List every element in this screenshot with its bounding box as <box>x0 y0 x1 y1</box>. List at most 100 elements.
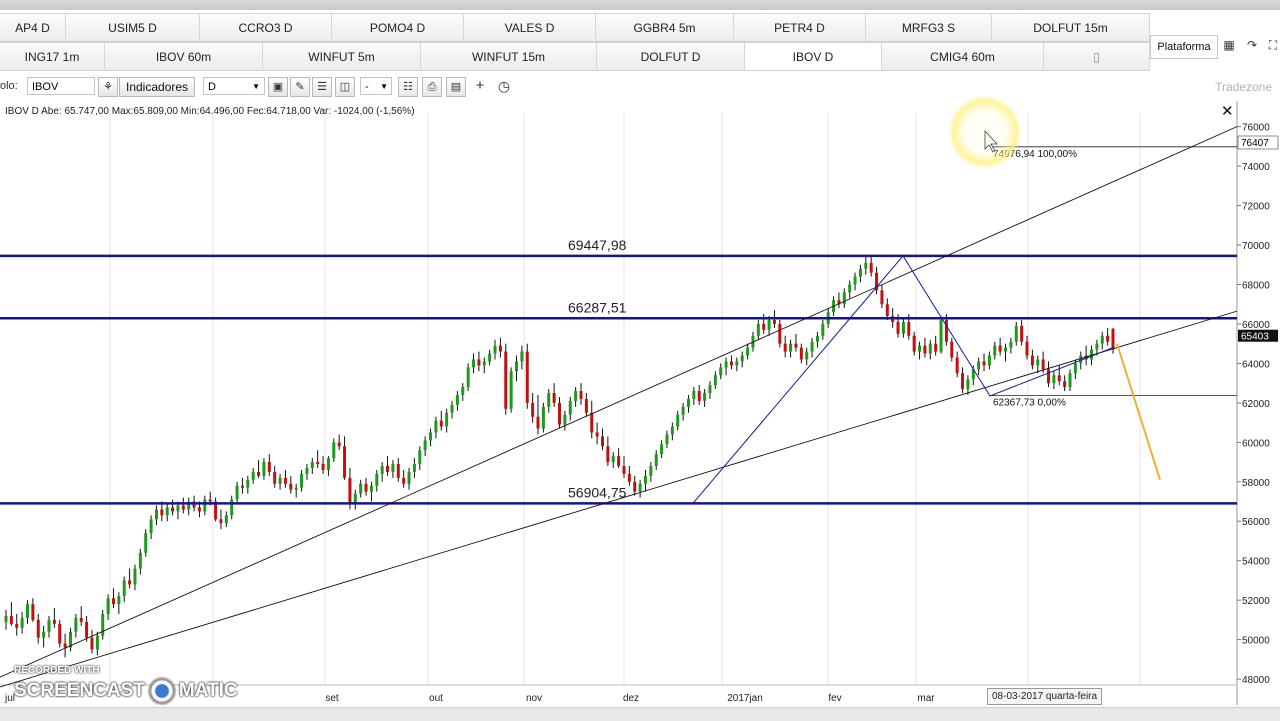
tab-label: CMIG4 60m <box>930 50 995 64</box>
candle-body <box>810 341 814 352</box>
clock-icon[interactable]: ◷ <box>494 77 514 97</box>
period-select[interactable]: D ▼ <box>203 77 265 95</box>
tab-row1-3[interactable]: POMO4 D <box>332 13 464 41</box>
candle-body <box>294 487 298 490</box>
tab-row2-0[interactable]: ING17 1m <box>0 42 105 70</box>
indicators-icon[interactable]: ⚘ <box>98 77 118 97</box>
candle-body <box>47 619 51 632</box>
candle-body <box>386 466 390 472</box>
candle-body <box>595 432 599 437</box>
candle-body <box>1041 359 1045 370</box>
candle-body <box>246 479 250 488</box>
candle-body <box>643 475 647 484</box>
candle-body <box>412 464 416 472</box>
candle-body <box>600 436 604 447</box>
candle-body <box>106 598 110 614</box>
candle-body <box>649 466 653 476</box>
indicators-button[interactable]: Indicadores <box>119 77 196 97</box>
candle-body <box>912 335 916 352</box>
export-icon[interactable]: ▤ <box>446 77 466 97</box>
draw-tools-icon[interactable]: ✎ <box>290 77 310 97</box>
line-style-select[interactable]: - ▼ <box>360 77 392 95</box>
tab-row2-4[interactable]: DOLFUT D <box>597 42 745 70</box>
list-icon[interactable]: ☰ <box>312 77 332 97</box>
tab-row1-6[interactable]: PETR4 D <box>734 13 866 41</box>
candle-body <box>1057 375 1061 382</box>
candle-body <box>617 456 621 466</box>
tab-row2-6[interactable]: CMIG4 60m <box>882 42 1044 70</box>
crosshair-icon[interactable]: + <box>470 77 490 97</box>
tab-row2-1[interactable]: IBOV 60m <box>105 42 263 70</box>
candle-body <box>52 619 56 624</box>
tab-label: IBOV D <box>792 50 834 64</box>
print-icon[interactable]: ⎙ <box>422 77 442 97</box>
tab-row1-8[interactable]: DOLFUT 15m <box>992 13 1150 41</box>
candle-body <box>869 262 873 273</box>
candle-body <box>36 619 40 638</box>
candle-body <box>359 483 363 494</box>
candle-body <box>1111 328 1115 350</box>
candle-body <box>525 351 529 403</box>
candle-body <box>364 483 368 492</box>
tab-label: DOLFUT 15m <box>1033 21 1108 35</box>
candle-body <box>724 361 728 368</box>
tab-row2-3[interactable]: WINFUT 15m <box>421 42 597 70</box>
tab-label: CCRO3 D <box>238 21 293 35</box>
candle-body <box>552 393 556 403</box>
platform-button[interactable]: Plataforma <box>1150 35 1218 59</box>
tab-row1-0[interactable]: AP4 D <box>0 13 66 41</box>
tab-row2-5[interactable]: IBOV D <box>745 42 882 70</box>
watermark-line2a: SCREENCAST <box>14 680 145 701</box>
chart-canvas[interactable]: 48000 50000 52000 54000 56000 58000 60000 62000… <box>0 101 1280 707</box>
candle-body <box>536 416 540 429</box>
candle-body <box>1068 373 1072 388</box>
candle-body <box>660 444 664 455</box>
candle-body <box>348 477 352 504</box>
template-icon[interactable]: ◫ <box>335 77 355 97</box>
candle-body <box>509 371 513 409</box>
zoom-icon[interactable]: ▣ <box>268 77 288 97</box>
candle-body <box>332 442 336 459</box>
candle-body <box>708 385 712 393</box>
candle-body <box>74 617 78 632</box>
tab-row1-2[interactable]: CCRO3 D <box>200 13 332 41</box>
close-icon[interactable]: ✕ <box>1221 102 1234 120</box>
candle-body <box>461 387 465 395</box>
y-tick-label-12: 72000 <box>1242 202 1270 213</box>
fullscreen-icon[interactable]: ⛶ <box>1266 38 1280 52</box>
candle-body <box>128 580 132 585</box>
candle-body <box>896 321 900 334</box>
tab-row1-1[interactable]: USIM5 D <box>66 13 200 41</box>
tab-row2-2[interactable]: WINFUT 5m <box>263 42 421 70</box>
x-tick-label-3: nov <box>526 693 542 704</box>
symbol-input[interactable]: IBOV <box>27 77 95 95</box>
candle-body <box>171 507 175 512</box>
tab-row1-5[interactable]: GGBR4 5m <box>596 13 734 41</box>
candlestick-chart[interactable]: 48000 50000 52000 54000 56000 58000 60000 62000… <box>0 96 1280 707</box>
grid-icon[interactable]: ▦ <box>1222 38 1236 52</box>
tab-row1-4[interactable]: VALES D <box>464 13 596 41</box>
candle-body <box>240 485 244 488</box>
candle-body <box>515 361 519 372</box>
new-tab-icon[interactable]: ▯ <box>1093 50 1100 64</box>
candle-body <box>224 515 228 524</box>
candle-body <box>407 471 411 484</box>
y-tick-label-10: 68000 <box>1242 280 1270 291</box>
candle-body <box>391 464 395 472</box>
candle-body <box>1063 381 1067 388</box>
tab-label: WINFUT 15m <box>471 50 546 64</box>
chart-tabs-row-1: AP4 D USIM5 D CCRO3 D POMO4 D VALES D GGBR4 5… <box>0 13 1150 42</box>
candle-body <box>590 412 594 433</box>
layout-icon[interactable]: ☷ <box>398 77 418 97</box>
bottom-scrollbar[interactable] <box>0 707 1280 721</box>
period-value: D <box>208 81 216 93</box>
share-icon[interactable]: ↷ <box>1245 38 1259 52</box>
candle-body <box>482 361 486 366</box>
candle-body <box>337 442 341 447</box>
candle-body <box>477 359 481 366</box>
candle-body <box>746 347 750 356</box>
candle-body <box>122 580 126 597</box>
x-tick-label-1: set <box>325 693 339 704</box>
tab-row1-7[interactable]: MRFG3 S <box>866 13 992 41</box>
tab-row2-7[interactable]: ▯ <box>1044 42 1150 70</box>
